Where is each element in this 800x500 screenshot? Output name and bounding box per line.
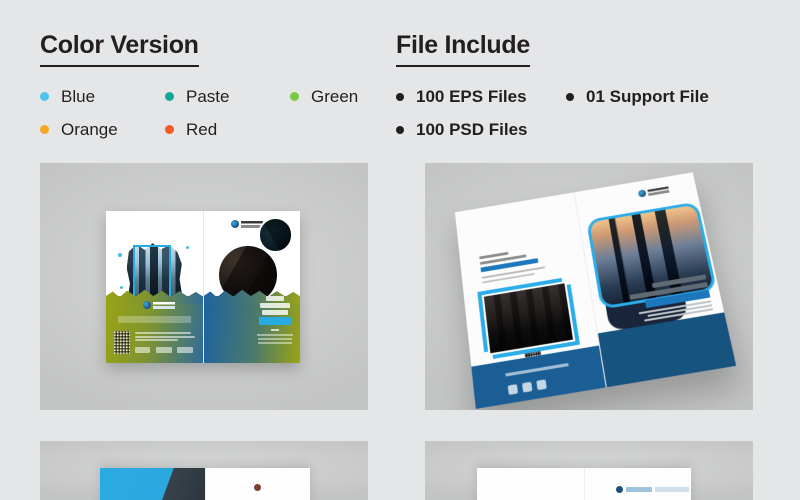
contact-text-line — [134, 335, 195, 338]
logo-mark-icon — [142, 301, 151, 310]
splash-dot-icon — [185, 246, 189, 250]
hotline-bar — [117, 316, 191, 324]
file-include-item-psd: 100 PSD Files — [396, 113, 566, 146]
brochure-flat-spread — [106, 211, 300, 363]
file-include-item-eps: 100 EPS Files — [396, 80, 566, 113]
color-swatch-label: Red — [186, 120, 218, 139]
headline-line — [265, 296, 285, 302]
headline-body-line — [644, 307, 714, 322]
color-swatch-orange[interactable]: Orange — [40, 113, 165, 146]
headline-body-line — [257, 342, 293, 345]
red-dot — [165, 125, 174, 134]
color-version-column: Color Version Blue Paste Green Orange Re… — [40, 30, 370, 146]
color-swatch-red[interactable]: Red — [165, 113, 290, 146]
headline-body-line — [258, 338, 292, 341]
preview-right-half — [204, 468, 310, 500]
qr-code-icon — [524, 350, 543, 371]
contact-item — [156, 346, 172, 353]
headline-body-line — [257, 334, 293, 337]
company-logo — [230, 220, 263, 229]
color-swatch-label: Paste — [186, 87, 230, 106]
mockup-gallery — [0, 163, 800, 500]
feature-info-section: Color Version Blue Paste Green Orange Re… — [0, 0, 800, 163]
logo-mark-icon — [616, 486, 624, 493]
brochure-preview-cyan — [100, 468, 310, 500]
badge-icon — [507, 383, 518, 395]
contact-item — [134, 346, 151, 353]
mockup-panel-4[interactable] — [425, 441, 753, 500]
color-version-swatch-list: Blue Paste Green Orange Red — [40, 80, 370, 146]
qr-code-icon — [113, 330, 131, 354]
inside-headline — [479, 245, 556, 287]
headline-line — [629, 281, 708, 300]
logo-mark-icon — [637, 189, 647, 198]
file-include-label: 100 PSD Files — [416, 120, 528, 139]
preview-left-half — [100, 468, 205, 500]
headline-body-line — [647, 303, 713, 317]
orange-dot — [40, 125, 49, 134]
contact-text-line — [134, 332, 191, 335]
team-photo — [481, 281, 576, 356]
preview-photo-speck — [253, 483, 261, 491]
badge-icon — [521, 381, 533, 393]
headline-body-line — [638, 300, 712, 315]
color-version-heading: Color Version — [40, 30, 199, 67]
logo-wordmark — [152, 301, 175, 309]
secondary-circle-photo — [257, 217, 294, 253]
logo-wordmark — [647, 186, 670, 196]
color-swatch-label: Orange — [61, 120, 118, 139]
splash-dot-icon — [120, 285, 124, 289]
file-include-item-support: 01 Support File — [566, 80, 751, 113]
preview-text-block — [654, 487, 689, 493]
contact-item — [177, 346, 193, 353]
color-swatch-paste[interactable]: Paste — [165, 80, 290, 113]
brochure-back-page — [106, 211, 204, 363]
file-include-list: 100 EPS Files 01 Support File 100 PSD Fi… — [396, 80, 756, 146]
preview-right-half — [583, 468, 691, 500]
logo-wordmark — [626, 487, 653, 492]
headline-line — [262, 310, 288, 316]
brochure-preview-white — [477, 468, 691, 500]
headline-emphasis — [258, 317, 292, 326]
footer-line — [504, 363, 569, 377]
file-include-heading: File Include — [396, 30, 530, 67]
contact-text-line — [134, 338, 179, 341]
bullet-dot-icon — [396, 125, 404, 134]
file-include-label: 100 EPS Files — [416, 87, 527, 106]
mockup-panel-1[interactable] — [40, 163, 368, 410]
preview-left-half — [477, 468, 584, 500]
footer-contact-lines — [485, 360, 588, 384]
footer-badges — [507, 379, 547, 395]
company-logo — [142, 301, 175, 310]
blue-dot — [40, 92, 49, 101]
cover-headline — [603, 274, 714, 329]
headline-emphasis — [644, 289, 711, 308]
brochure-cover-page — [203, 211, 300, 363]
color-swatch-green[interactable]: Green — [290, 80, 370, 113]
preview-text-line — [654, 487, 689, 493]
file-include-column: File Include 100 EPS Files 01 Support Fi… — [396, 30, 756, 146]
bullet-dot-icon — [396, 92, 404, 101]
headline-line — [652, 274, 707, 288]
color-swatch-label: Green — [311, 87, 359, 106]
back-page-footer-band — [106, 289, 203, 363]
splash-dot-icon — [117, 252, 122, 257]
color-swatch-label: Blue — [61, 87, 96, 106]
logo-mark-icon — [230, 220, 239, 229]
company-logo — [637, 186, 670, 198]
badge-icon — [535, 379, 547, 391]
cover-headline — [256, 296, 295, 346]
cyan-cover-art — [100, 468, 205, 500]
headline-rule — [270, 329, 280, 332]
green-dot — [290, 92, 299, 101]
color-swatch-blue[interactable]: Blue — [40, 80, 165, 113]
mockup-panel-2[interactable] — [425, 163, 753, 410]
file-include-label: 01 Support File — [586, 87, 709, 106]
city-skyline-photo — [586, 201, 718, 310]
mockup-panel-3[interactable] — [40, 441, 368, 500]
company-logo — [616, 486, 653, 493]
headline-line — [259, 303, 290, 309]
paste-dot — [165, 92, 174, 101]
bullet-dot-icon — [566, 92, 574, 101]
